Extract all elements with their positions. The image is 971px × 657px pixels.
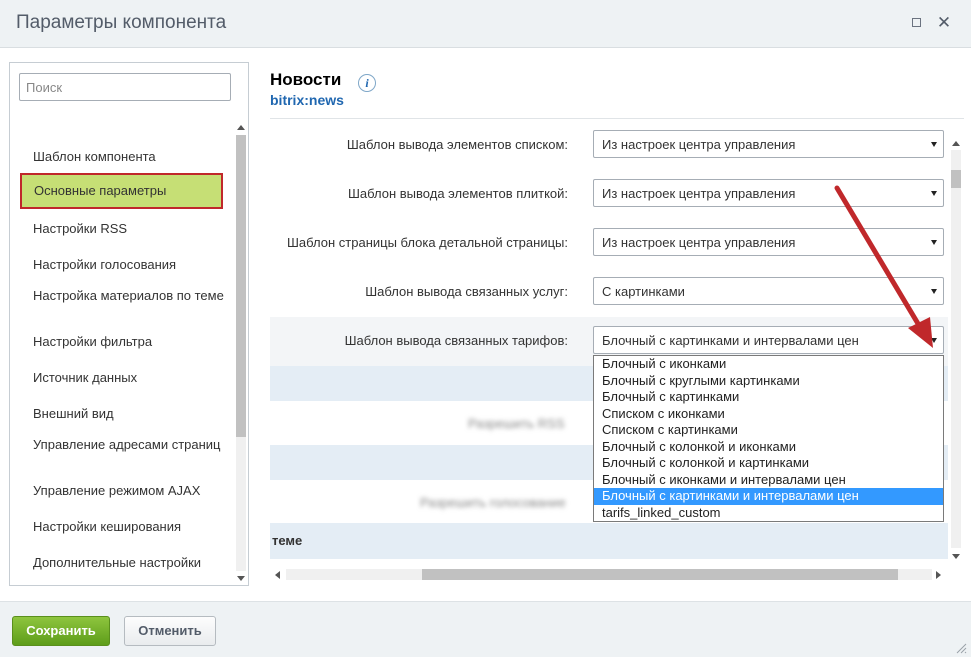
scroll-thumb[interactable] xyxy=(422,569,898,580)
dropdown-option[interactable]: Блочный с колонкой и картинками xyxy=(594,455,943,472)
search-input[interactable] xyxy=(19,73,231,101)
dropdown-option[interactable]: Блочный с картинками xyxy=(594,389,943,406)
param-label: Шаблон вывода связанных услуг: xyxy=(365,284,568,299)
sidebar-scrollbar[interactable] xyxy=(234,121,248,585)
dropdown-option[interactable]: Блочный с колонкой и иконками xyxy=(594,439,943,456)
sidebar-item-filter[interactable]: Настройки фильтра xyxy=(19,334,224,350)
params-horizontal-scrollbar[interactable] xyxy=(270,566,948,583)
scroll-down-icon[interactable] xyxy=(237,576,245,581)
param-row: Шаблон вывода связанных услуг: С картинк… xyxy=(270,268,948,317)
scroll-up-icon[interactable] xyxy=(952,141,960,146)
select-value: Из настроек центра управления xyxy=(602,186,796,201)
tariffs-dropdown-list[interactable]: Блочный с иконками Блочный с круглыми ка… xyxy=(593,355,944,522)
component-name: Новости xyxy=(270,70,342,89)
info-icon[interactable]: i xyxy=(358,74,376,92)
sidebar-item-template[interactable]: Шаблон компонента xyxy=(19,149,224,165)
select-value: С картинками xyxy=(602,284,685,299)
scroll-right-icon[interactable] xyxy=(936,571,941,579)
resize-grip-icon[interactable] xyxy=(955,642,967,654)
template-services-select[interactable]: С картинками xyxy=(593,277,944,305)
select-value: Из настроек центра управления xyxy=(602,137,796,152)
chevron-down-icon xyxy=(931,289,937,294)
scroll-thumb[interactable] xyxy=(951,170,961,188)
dropdown-option[interactable]: Списком с картинками xyxy=(594,422,943,439)
sidebar-item-rss[interactable]: Настройки RSS xyxy=(19,221,224,237)
param-label: Шаблон вывода элементов плиткой: xyxy=(348,186,568,201)
dropdown-option[interactable]: Блочный с иконками и интервалами цен xyxy=(594,472,943,489)
section-heading: теме xyxy=(270,523,948,559)
chevron-down-icon xyxy=(931,338,937,343)
sidebar-item-main-params[interactable]: Основные параметры xyxy=(20,173,223,209)
param-row: Шаблон страницы блока детальной страницы… xyxy=(270,219,948,268)
dropdown-option-selected[interactable]: Блочный с картинками и интервалами цен xyxy=(594,488,943,505)
template-detail-select[interactable]: Из настроек центра управления xyxy=(593,228,944,256)
param-row: Шаблон вывода элементов плиткой: Из наст… xyxy=(270,170,948,219)
dialog-footer: Сохранить Отменить xyxy=(0,601,971,657)
sidebar-item-voting[interactable]: Настройки голосования xyxy=(19,257,224,273)
chevron-down-icon xyxy=(931,240,937,245)
header-divider xyxy=(270,118,964,119)
sidebar-item-data-source[interactable]: Источник данных xyxy=(19,370,224,386)
select-value: Из настроек центра управления xyxy=(602,235,796,250)
dropdown-option[interactable]: tarifs_linked_custom xyxy=(594,505,943,522)
sidebar-item-additional[interactable]: Дополнительные настройки xyxy=(19,555,224,571)
chevron-down-icon xyxy=(931,142,937,147)
dropdown-option[interactable]: Списком с иконками xyxy=(594,406,943,423)
param-label: Шаблон вывода связанных тарифов: xyxy=(344,333,568,348)
template-tile-select[interactable]: Из настроек центра управления xyxy=(593,179,944,207)
sidebar-item-caching[interactable]: Настройки кеширования xyxy=(19,519,224,535)
param-label: Шаблон вывода элементов списком: xyxy=(346,137,568,152)
sidebar-item-related-materials[interactable]: Настройка материалов по теме xyxy=(19,288,224,304)
params-vertical-scrollbar[interactable] xyxy=(948,136,964,566)
hidden-param-label: Разрешить RSS xyxy=(468,416,565,431)
cancel-button[interactable]: Отменить xyxy=(124,616,216,646)
save-button[interactable]: Сохранить xyxy=(12,616,110,646)
settings-sidebar: Шаблон компонента Основные параметры Нас… xyxy=(9,62,249,586)
maximize-icon[interactable] xyxy=(908,14,924,32)
select-value: Блочный с картинками и интервалами цен xyxy=(602,333,859,348)
template-list-select[interactable]: Из настроек центра управления xyxy=(593,130,944,158)
scroll-up-icon[interactable] xyxy=(237,125,245,130)
close-icon[interactable]: ✕ xyxy=(936,14,952,32)
component-code: bitrix:news xyxy=(270,92,344,108)
dropdown-option[interactable]: Блочный с круглыми картинками xyxy=(594,373,943,390)
param-row: Шаблон вывода элементов списком: Из наст… xyxy=(270,121,948,170)
hidden-param-label: Разрешить голосование xyxy=(420,495,566,510)
sidebar-item-url-management[interactable]: Управление адресами страниц xyxy=(19,437,224,453)
dialog-titlebar: Параметры компонента ✕ xyxy=(0,0,971,48)
chevron-down-icon xyxy=(931,191,937,196)
sidebar-item-ajax[interactable]: Управление режимом AJAX xyxy=(19,483,224,499)
scroll-down-icon[interactable] xyxy=(952,554,960,559)
sidebar-item-appearance[interactable]: Внешний вид xyxy=(19,406,224,422)
template-tariffs-select[interactable]: Блочный с картинками и интервалами цен xyxy=(593,326,944,354)
scroll-left-icon[interactable] xyxy=(275,571,280,579)
scroll-thumb[interactable] xyxy=(236,135,246,437)
param-label: Шаблон страницы блока детальной страницы… xyxy=(287,235,568,250)
scroll-track[interactable] xyxy=(951,150,961,548)
dropdown-option[interactable]: Блочный с иконками xyxy=(594,356,943,373)
dialog-title: Параметры компонента xyxy=(16,12,227,33)
